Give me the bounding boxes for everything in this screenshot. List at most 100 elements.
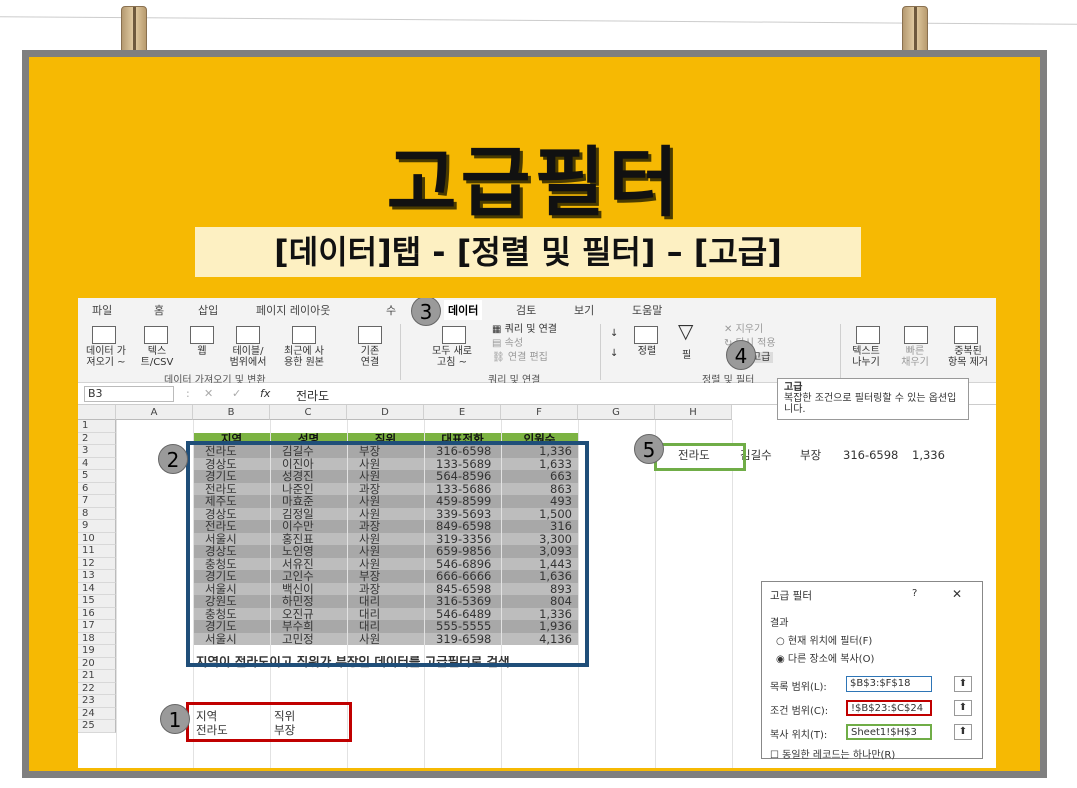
option-copy-to-location-label: 다른 장소에 복사(O)	[787, 654, 875, 665]
row-header[interactable]: 8	[78, 507, 116, 520]
clear-button[interactable]: ✕ 지우기	[724, 324, 763, 335]
row-header[interactable]: 19	[78, 645, 116, 658]
row-header[interactable]: 23	[78, 695, 116, 708]
tab-formulas[interactable]: 수	[386, 302, 396, 318]
tab-page-layout[interactable]: 페이지 레이아웃	[256, 302, 330, 318]
row-header[interactable]: 18	[78, 632, 116, 645]
row-header[interactable]: 12	[78, 557, 116, 570]
text-csv-icon	[144, 326, 168, 344]
column-header-e[interactable]: E	[424, 405, 501, 420]
help-icon[interactable]: ?	[912, 588, 917, 599]
criteria-range-input[interactable]: !$B$23:$C$24	[846, 700, 932, 716]
row-header[interactable]: 15	[78, 595, 116, 608]
clear-label: 지우기	[735, 324, 764, 335]
cancel-icon[interactable]: ✕	[204, 387, 213, 400]
row-header[interactable]: 6	[78, 482, 116, 495]
row-header[interactable]: 5	[78, 470, 116, 483]
properties-label: 속성	[504, 338, 524, 349]
web-button[interactable]: 웹	[184, 346, 220, 357]
result-cell-position: 부장	[800, 449, 822, 461]
text-csv-button[interactable]: 텍스 트/CSV	[136, 346, 178, 368]
row-header[interactable]: 2	[78, 432, 116, 445]
tab-help[interactable]: 도움말	[632, 302, 662, 318]
tab-file[interactable]: 파일	[92, 302, 112, 318]
flash-fill-icon	[904, 326, 928, 344]
excel-screenshot: 파일 홈 삽입 페이지 레이아웃 수 데이터 검토 보기 도움말 데이터 가 져…	[78, 298, 996, 768]
close-icon[interactable]: ✕	[952, 587, 962, 601]
tab-insert[interactable]: 삽입	[198, 302, 218, 318]
row-header[interactable]: 7	[78, 495, 116, 508]
unique-records-label: 동일한 레코드는 하나만(R)	[782, 750, 896, 761]
column-header-b[interactable]: B	[193, 405, 270, 420]
name-box[interactable]: B3	[84, 386, 174, 402]
row-header[interactable]: 4	[78, 457, 116, 470]
tab-data[interactable]: 데이터	[444, 300, 483, 322]
radio-unchecked-icon: ○	[776, 636, 785, 647]
text-to-columns-button[interactable]: 텍스트 나누기	[844, 346, 888, 368]
row-header[interactable]: 21	[78, 670, 116, 683]
page-title: 고급필터	[386, 138, 683, 227]
table-range-button[interactable]: 테이블/ 범위에서	[224, 346, 272, 368]
recent-sources-button[interactable]: 최근에 사 용한 원본	[276, 346, 332, 368]
collapse-copy-to-button[interactable]: ⬆	[954, 724, 972, 740]
page-subtitle: [데이터]탭 - [정렬 및 필터] – [고급]	[195, 227, 861, 277]
row-header[interactable]: 9	[78, 520, 116, 533]
row-header[interactable]: 3	[78, 445, 116, 458]
result-cell-phone: 316-6598	[843, 449, 899, 461]
row-header[interactable]: 10	[78, 532, 116, 545]
column-header-c[interactable]: C	[270, 405, 347, 420]
copy-to-input[interactable]: Sheet1!$H$3	[846, 724, 932, 740]
row-header[interactable]: 13	[78, 570, 116, 583]
sort-descending-icon[interactable]: ↓	[610, 348, 618, 359]
result-cell-count: 1,336	[912, 449, 945, 461]
row-header[interactable]: 17	[78, 620, 116, 633]
list-range-input[interactable]: $B$3:$F$18	[846, 676, 932, 692]
formula-input[interactable]: 전라도	[296, 387, 329, 404]
queries-connections-button[interactable]: ▦ 쿼리 및 연결	[492, 324, 557, 335]
tab-home[interactable]: 홈	[154, 302, 164, 318]
enter-icon[interactable]: ✓	[232, 387, 241, 400]
tab-review[interactable]: 검토	[516, 302, 536, 318]
row-header[interactable]: 11	[78, 545, 116, 558]
existing-connections-button[interactable]: 기존 연결	[350, 346, 390, 368]
tab-view[interactable]: 보기	[574, 302, 594, 318]
unique-records-checkbox[interactable]: ☐ 동일한 레코드는 하나만(R)	[770, 746, 895, 761]
column-header-h[interactable]: H	[655, 405, 732, 420]
row-header[interactable]: 25	[78, 720, 116, 733]
option-copy-to-location[interactable]: ◉ 다른 장소에 복사(O)	[776, 650, 874, 665]
column-header-g[interactable]: G	[578, 405, 655, 420]
row-header[interactable]: 1	[78, 420, 116, 433]
step-badge-4: 4	[726, 340, 756, 370]
yellow-board: 고급필터 [데이터]탭 - [정렬 및 필터] – [고급] 파일 홈 삽입 페…	[22, 50, 1047, 778]
formula-divider: :	[186, 387, 190, 400]
sort-button[interactable]: 정렬	[632, 346, 662, 357]
get-data-button[interactable]: 데이터 가 져오기 ~	[84, 346, 128, 368]
ribbon: 데이터 가 져오기 ~ 텍스 트/CSV 웹 테이블/ 범위에서 최근에 사 용…	[78, 320, 996, 386]
properties-button[interactable]: ▤ 속성	[492, 338, 523, 349]
radio-checked-icon: ◉	[776, 654, 785, 665]
remove-duplicates-button[interactable]: 중복된 항목 제거	[940, 346, 996, 368]
step-badge-5: 5	[634, 434, 664, 464]
filter-button[interactable]: 필	[682, 350, 691, 361]
option-filter-in-place[interactable]: ○ 현재 위치에 필터(F)	[776, 632, 872, 647]
row-header[interactable]: 22	[78, 682, 116, 695]
row-header[interactable]: 16	[78, 607, 116, 620]
column-header-a[interactable]: A	[116, 405, 193, 420]
text-to-columns-icon	[856, 326, 880, 344]
select-all-corner[interactable]	[78, 405, 116, 420]
collapse-criteria-range-button[interactable]: ⬆	[954, 700, 972, 716]
fx-icon[interactable]: fx	[260, 387, 270, 400]
column-header-d[interactable]: D	[347, 405, 424, 420]
criteria-range-highlight	[186, 702, 352, 742]
row-header[interactable]: 14	[78, 582, 116, 595]
grid-line	[732, 420, 733, 768]
refresh-all-button[interactable]: 모두 새로 고침 ~	[412, 346, 492, 368]
edit-links-button[interactable]: ⛓ 연결 편집	[492, 352, 548, 363]
row-header[interactable]: 24	[78, 707, 116, 720]
column-header-f[interactable]: F	[501, 405, 578, 420]
filter-icon[interactable]: ▽	[678, 321, 693, 341]
collapse-list-range-button[interactable]: ⬆	[954, 676, 972, 692]
row-header[interactable]: 20	[78, 657, 116, 670]
flash-fill-button[interactable]: 빠른 채우기	[894, 346, 936, 368]
sort-ascending-icon[interactable]: ↓	[610, 328, 618, 339]
